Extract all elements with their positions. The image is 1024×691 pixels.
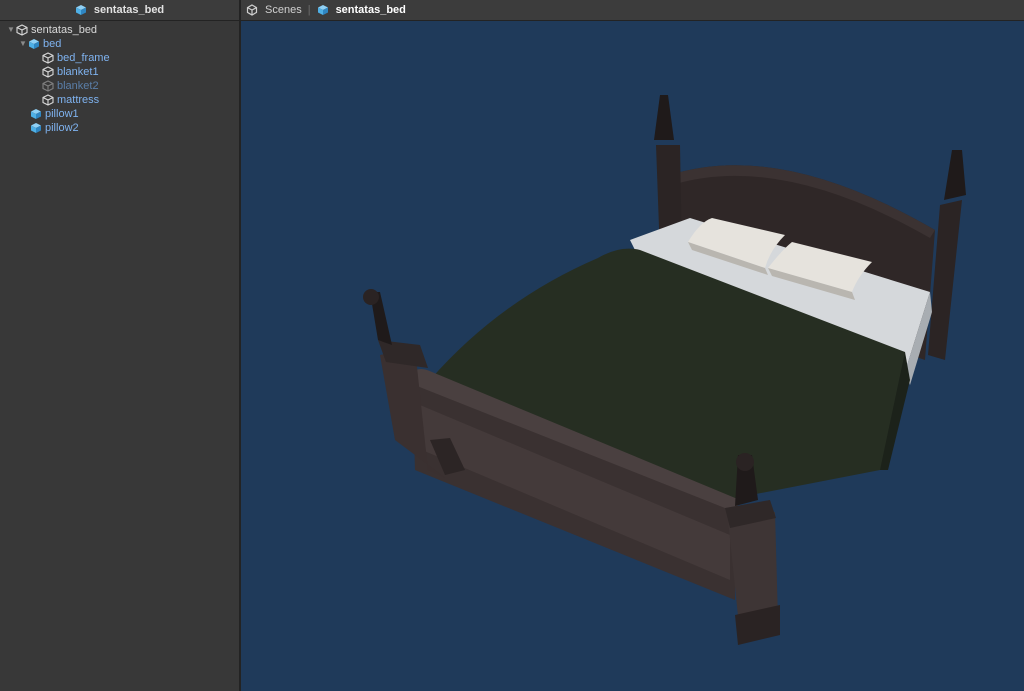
tree-item-label: blanket2	[57, 80, 99, 92]
tree-item-mattress[interactable]: mattress	[0, 93, 239, 107]
tree-item-label: mattress	[57, 94, 100, 106]
tree-item-sentatas-bed[interactable]: ▼ sentatas_bed	[0, 23, 239, 37]
hierarchy-header[interactable]: sentatas_bed	[0, 0, 239, 21]
tree-item-pillow1[interactable]: pillow1	[0, 107, 239, 121]
scene-viewport[interactable]	[241, 21, 1024, 691]
prefab-cube-icon	[30, 108, 42, 120]
prefab-cube-icon	[30, 122, 42, 134]
hierarchy-title: sentatas_bed	[93, 4, 165, 16]
prefab-cube-icon	[317, 4, 329, 16]
scene-panel: Scenes | sentatas_bed	[241, 0, 1024, 691]
tree-item-label: pillow2	[45, 122, 79, 134]
expand-arrow-icon[interactable]: ▼	[6, 23, 16, 37]
tree-item-label: sentatas_bed	[31, 24, 98, 36]
tree-item-pillow2[interactable]: pillow2	[0, 121, 239, 135]
tree-item-blanket2[interactable]: blanket2	[0, 79, 239, 93]
prefab-cube-icon	[75, 4, 87, 16]
scene-breadcrumb-bar: Scenes | sentatas_bed	[241, 0, 1024, 21]
gameobject-cube-icon	[42, 80, 54, 92]
breadcrumb-separator: |	[307, 4, 311, 16]
breadcrumb-scenes[interactable]: Scenes	[265, 4, 302, 16]
hierarchy-tree: ▼ sentatas_bed ▼ bed bed_frame blanket1 …	[0, 21, 239, 135]
unity-logo-icon	[246, 4, 258, 16]
tree-item-label: blanket1	[57, 66, 99, 78]
tree-item-label: bed	[43, 38, 62, 50]
gameobject-cube-icon	[42, 52, 54, 64]
prefab-cube-icon	[28, 38, 40, 50]
bed-model[interactable]	[241, 21, 1024, 691]
gameobject-cube-icon	[42, 94, 54, 106]
gameobject-cube-icon	[16, 24, 28, 36]
gameobject-cube-icon	[42, 66, 54, 78]
expand-arrow-icon[interactable]: ▼	[18, 37, 28, 51]
tree-item-bed-frame[interactable]: bed_frame	[0, 51, 239, 65]
tree-item-blanket1[interactable]: blanket1	[0, 65, 239, 79]
breadcrumb-current[interactable]: sentatas_bed	[336, 4, 406, 16]
tree-item-label: pillow1	[45, 108, 79, 120]
tree-item-bed[interactable]: ▼ bed	[0, 37, 239, 51]
hierarchy-panel: sentatas_bed ▼ sentatas_bed ▼ bed bed_fr…	[0, 0, 241, 691]
tree-item-label: bed_frame	[57, 52, 110, 64]
